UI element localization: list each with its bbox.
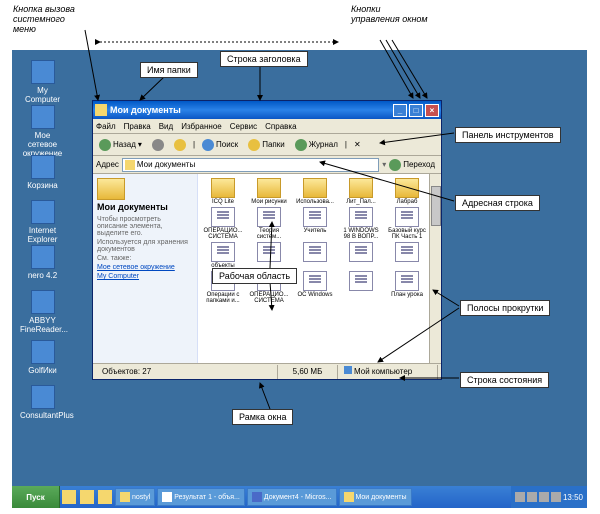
taskbar-task[interactable]: Мои документы bbox=[339, 488, 412, 506]
scroll-thumb[interactable] bbox=[431, 186, 441, 226]
minimize-button[interactable]: _ bbox=[393, 104, 407, 117]
callout-addressbar: Адресная строка bbox=[455, 195, 540, 211]
file-item[interactable]: Мои рисунки bbox=[248, 178, 290, 205]
tray-icon[interactable] bbox=[527, 492, 537, 502]
file-item[interactable]: ICQ Lite bbox=[202, 178, 244, 205]
menu-fav[interactable]: Избранное bbox=[181, 122, 222, 131]
file-item[interactable]: План урока bbox=[386, 271, 428, 304]
annotation-window-buttons: Кнопки управления окном bbox=[351, 4, 431, 24]
link-mycomputer[interactable]: My Computer bbox=[97, 273, 193, 280]
menu-view[interactable]: Вид bbox=[159, 122, 173, 131]
maximize-button[interactable]: □ bbox=[409, 104, 423, 117]
desktop: My Computer Мое сетевое окружение Корзин… bbox=[12, 50, 587, 508]
file-item[interactable]: объекты bbox=[202, 242, 244, 269]
system-menu-icon[interactable] bbox=[95, 104, 107, 116]
taskbar-task[interactable]: nostyl bbox=[115, 488, 155, 506]
link-network[interactable]: Мое сетевое окружение bbox=[97, 264, 193, 271]
left-panel: Мои документы Чтобы просмотреть описание… bbox=[93, 174, 198, 363]
menu-help[interactable]: Справка bbox=[265, 122, 296, 131]
desktop-icon-golf[interactable]: GolfИки bbox=[20, 340, 65, 375]
search-button[interactable]: Поиск bbox=[199, 137, 241, 153]
close-button[interactable]: × bbox=[425, 104, 439, 117]
tool-extra[interactable]: ✕ bbox=[351, 137, 364, 153]
callout-folder-name: Имя папки bbox=[140, 62, 198, 78]
address-bar: Адрес Мои документы ▾ Переход bbox=[93, 156, 441, 174]
callout-titlebar: Строка заголовка bbox=[220, 51, 308, 67]
file-item[interactable]: 1 WINDOWS 98 В ВОПР... bbox=[340, 207, 382, 240]
status-bar: Объектов: 27 5,60 МБ Мой компьютер bbox=[93, 363, 441, 379]
toolbar: Назад ▾ | Поиск Папки Журнал | ✕ bbox=[93, 134, 441, 156]
panel-also: См. также: bbox=[97, 255, 193, 262]
file-item[interactable] bbox=[294, 242, 336, 269]
tray-icon[interactable] bbox=[515, 492, 525, 502]
desktop-icon-recycle[interactable]: Корзина bbox=[20, 155, 65, 190]
file-item[interactable]: Лит_Пал... bbox=[340, 178, 382, 205]
back-button[interactable]: Назад ▾ bbox=[96, 137, 145, 153]
up-button[interactable] bbox=[171, 137, 189, 153]
ql-icon[interactable] bbox=[62, 490, 76, 504]
panel-desc: Используется для хранения документов bbox=[97, 239, 193, 253]
callout-toolbar: Панель инструментов bbox=[455, 127, 561, 143]
annotation-system-menu: Кнопка вызова системного меню bbox=[13, 4, 83, 34]
file-item[interactable] bbox=[340, 242, 382, 269]
desktop-icon-network[interactable]: Мое сетевое окружение bbox=[20, 105, 65, 158]
desktop-icon-mycomputer[interactable]: My Computer bbox=[20, 60, 65, 104]
menu-tools[interactable]: Сервис bbox=[230, 122, 257, 131]
status-size: 5,60 МБ bbox=[278, 365, 338, 379]
folder-icon bbox=[125, 160, 135, 170]
system-tray[interactable]: 13:50 bbox=[511, 486, 587, 508]
folder-large-icon bbox=[97, 178, 125, 200]
file-item[interactable]: ОПЕРАЦИО... СИСТЕМА bbox=[202, 207, 244, 240]
file-item[interactable] bbox=[386, 242, 428, 269]
explorer-window: Мои документы _ □ × Файл Правка Вид Избр… bbox=[92, 100, 442, 380]
file-item[interactable]: Использова... bbox=[294, 178, 336, 205]
file-item[interactable]: Теория систем... bbox=[248, 207, 290, 240]
callout-frame: Рамка окна bbox=[232, 409, 293, 425]
folders-button[interactable]: Папки bbox=[245, 137, 288, 153]
callout-statusbar: Строка состояния bbox=[460, 372, 549, 388]
file-item[interactable] bbox=[248, 242, 290, 269]
desktop-icon-nero[interactable]: nero 4.2 bbox=[20, 245, 65, 280]
callout-scrollbars: Полосы прокрутки bbox=[460, 300, 550, 316]
status-location: Мой компьютер bbox=[338, 365, 438, 379]
go-button[interactable]: Переход bbox=[386, 157, 438, 173]
tray-icon[interactable] bbox=[551, 492, 561, 502]
ql-icon[interactable] bbox=[80, 490, 94, 504]
journal-button[interactable]: Журнал bbox=[292, 137, 341, 153]
window-title: Мои документы bbox=[110, 105, 181, 115]
start-button[interactable]: Пуск bbox=[12, 486, 60, 508]
fwd-button[interactable] bbox=[149, 137, 167, 153]
tray-icon[interactable] bbox=[539, 492, 549, 502]
callout-workarea: Рабочая область bbox=[212, 268, 297, 284]
menu-bar: Файл Правка Вид Избранное Сервис Справка bbox=[93, 119, 441, 134]
vertical-scrollbar[interactable] bbox=[429, 174, 441, 363]
file-item[interactable]: Учитель bbox=[294, 207, 336, 240]
address-field[interactable]: Мои документы bbox=[122, 158, 379, 172]
file-item[interactable]: ОС Windows bbox=[294, 271, 336, 304]
title-bar[interactable]: Мои документы _ □ × bbox=[93, 101, 441, 119]
clock: 13:50 bbox=[563, 493, 583, 502]
file-item[interactable]: Лабраб bbox=[386, 178, 428, 205]
desktop-icon-consult[interactable]: ConsultantPlus bbox=[20, 385, 65, 420]
address-label: Адрес bbox=[96, 160, 119, 169]
address-value: Мои документы bbox=[137, 160, 195, 169]
status-objects: Объектов: 27 bbox=[96, 365, 278, 379]
ql-icon[interactable] bbox=[98, 490, 112, 504]
menu-file[interactable]: Файл bbox=[96, 122, 116, 131]
menu-edit[interactable]: Правка bbox=[124, 122, 151, 131]
desktop-icon-abbyy[interactable]: ABBYY FineReader... bbox=[20, 290, 65, 334]
panel-heading: Мои документы bbox=[97, 202, 193, 212]
taskbar-task[interactable]: Результат 1 - объя... bbox=[157, 488, 245, 506]
desktop-icon-ie[interactable]: Internet Explorer bbox=[20, 200, 65, 244]
file-item[interactable]: Базовый курс ПК Часть 1 bbox=[386, 207, 428, 240]
taskbar-task[interactable]: Документ4 - Micros... bbox=[247, 488, 337, 506]
panel-tip: Чтобы просмотреть описание элемента, выд… bbox=[97, 216, 193, 237]
taskbar: Пуск nostyl Результат 1 - объя... Докуме… bbox=[12, 486, 587, 508]
file-item[interactable] bbox=[340, 271, 382, 304]
